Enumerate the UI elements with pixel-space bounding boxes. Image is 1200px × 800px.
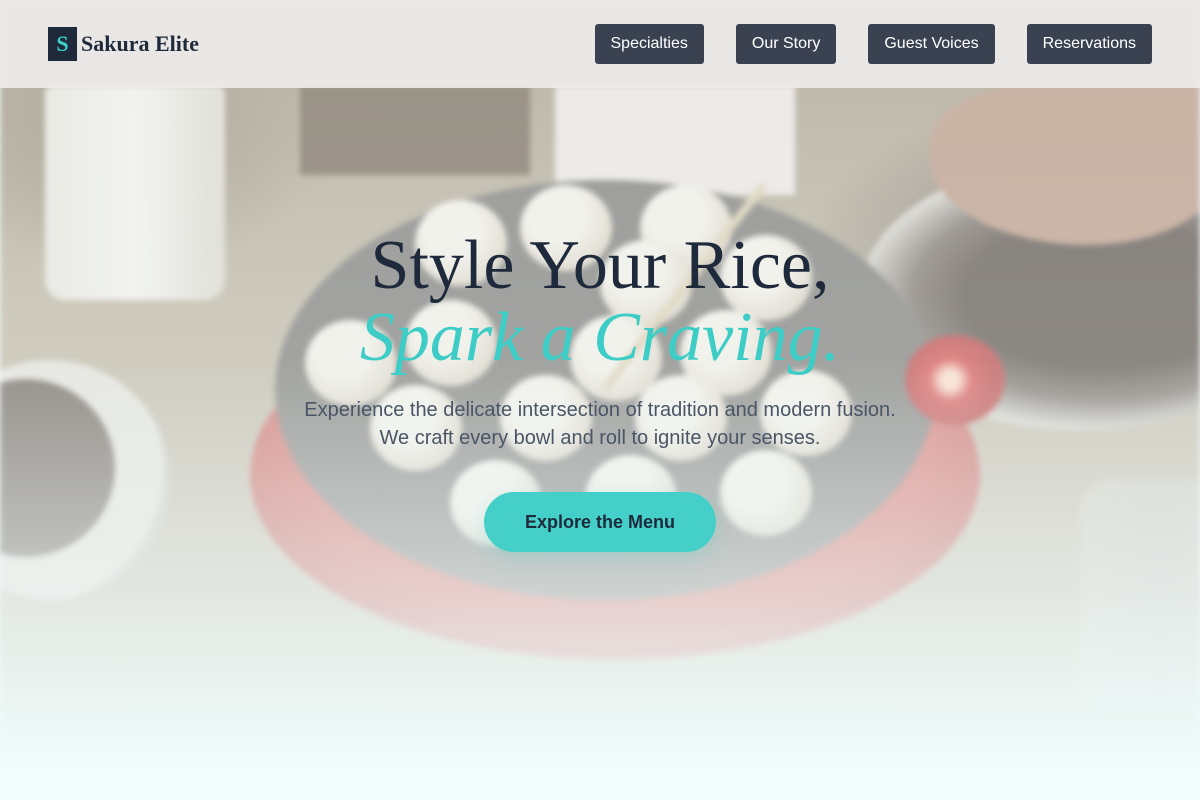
site-header: S Sakura Elite Specialties Our Story Gue… (0, 0, 1200, 88)
nav-our-story-button[interactable]: Our Story (735, 24, 837, 64)
nav-reservations-button[interactable]: Reservations (1026, 24, 1152, 64)
hero-title: Style Your Rice, Spark a Craving. (0, 230, 1200, 374)
hero-description: Experience the delicate intersection of … (0, 396, 1200, 452)
hero-description-line-2: We craft every bowl and roll to ignite y… (379, 427, 821, 449)
explore-menu-button[interactable]: Explore the Menu (484, 492, 716, 552)
hero-section: Style Your Rice, Spark a Craving. Experi… (0, 230, 1200, 552)
brand-logo[interactable]: S Sakura Elite (48, 27, 199, 61)
nav-specialties-button[interactable]: Specialties (594, 24, 704, 64)
main-nav: Specialties Our Story Guest Voices Reser… (594, 24, 1152, 64)
page: S Sakura Elite Specialties Our Story Gue… (0, 0, 1200, 800)
hero-description-line-1: Experience the delicate intersection of … (304, 399, 896, 421)
brand-name: Sakura Elite (81, 31, 199, 56)
nav-guest-voices-button[interactable]: Guest Voices (868, 24, 995, 64)
hero-subtitle: Spark a Craving. (359, 299, 841, 376)
brand-mark-icon: S (48, 27, 77, 61)
hero-title-line: Style Your Rice, (370, 227, 830, 304)
